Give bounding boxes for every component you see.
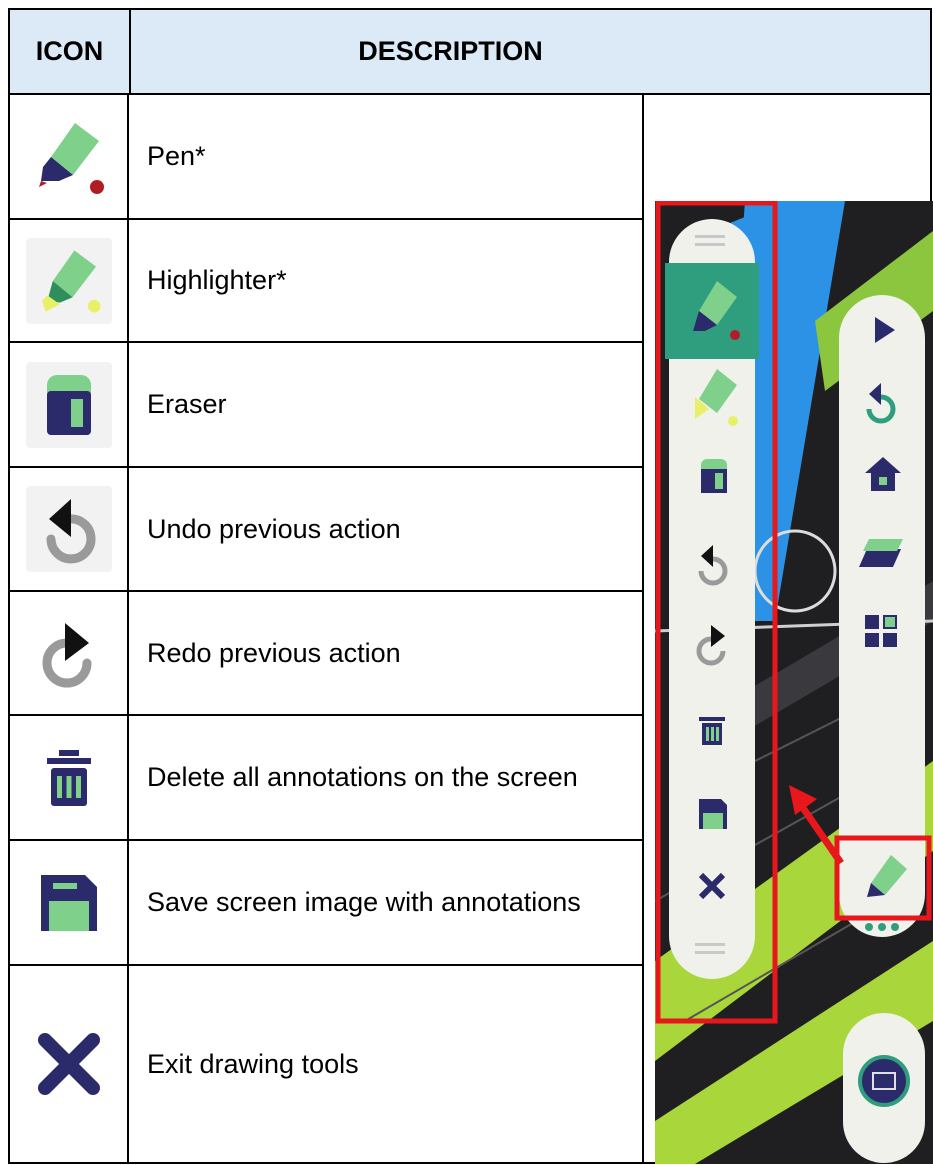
row-label: Highlighter* — [147, 265, 287, 295]
icon-cell — [10, 95, 129, 218]
photo-scene — [655, 201, 933, 1164]
icon-cell — [10, 468, 129, 590]
toolbar-photo — [655, 201, 933, 1164]
table-row: Save screen image with annotations — [8, 841, 644, 966]
header-description-column: DESCRIPTION — [358, 36, 543, 66]
header-icon-column: ICON — [10, 10, 131, 93]
icon-cell — [10, 841, 129, 964]
row-label: Exit drawing tools — [147, 1048, 359, 1079]
table-row: Delete all annotations on the screen — [8, 716, 644, 841]
row-label: Redo previous action — [147, 637, 401, 668]
icon-cell — [10, 592, 129, 714]
redo-icon — [42, 623, 91, 688]
icon-background — [25, 237, 112, 324]
highlighter-icon — [41, 249, 100, 312]
table-row: Undo previous action — [8, 468, 644, 592]
row-label: Delete all annotations on the screen — [147, 762, 578, 792]
eraser-icon — [46, 374, 91, 435]
table-row: Exit drawing tools — [8, 966, 644, 1164]
save-icon — [40, 874, 97, 931]
icon-cell — [10, 220, 129, 341]
icon-cell — [10, 343, 129, 466]
close-icon — [37, 1033, 100, 1095]
row-label: Eraser — [147, 389, 227, 419]
row-label: Undo previous action — [147, 513, 401, 544]
table-row: Highlighter* — [8, 220, 644, 343]
trash-icon — [46, 749, 91, 806]
table-row: Redo previous action — [8, 592, 644, 716]
icon-background — [25, 361, 112, 448]
icon-cell — [10, 966, 129, 1162]
pen-icon — [38, 122, 104, 194]
table-header: ICON DESCRIPTION — [8, 8, 932, 95]
table-row: Eraser — [8, 343, 644, 468]
icon-cell — [10, 716, 129, 839]
row-label: Pen* — [147, 141, 206, 171]
row-label: Save screen image with annotations — [147, 887, 581, 917]
table-row: Pen* — [8, 95, 644, 220]
undo-icon — [46, 499, 95, 564]
icon-background — [25, 486, 112, 572]
